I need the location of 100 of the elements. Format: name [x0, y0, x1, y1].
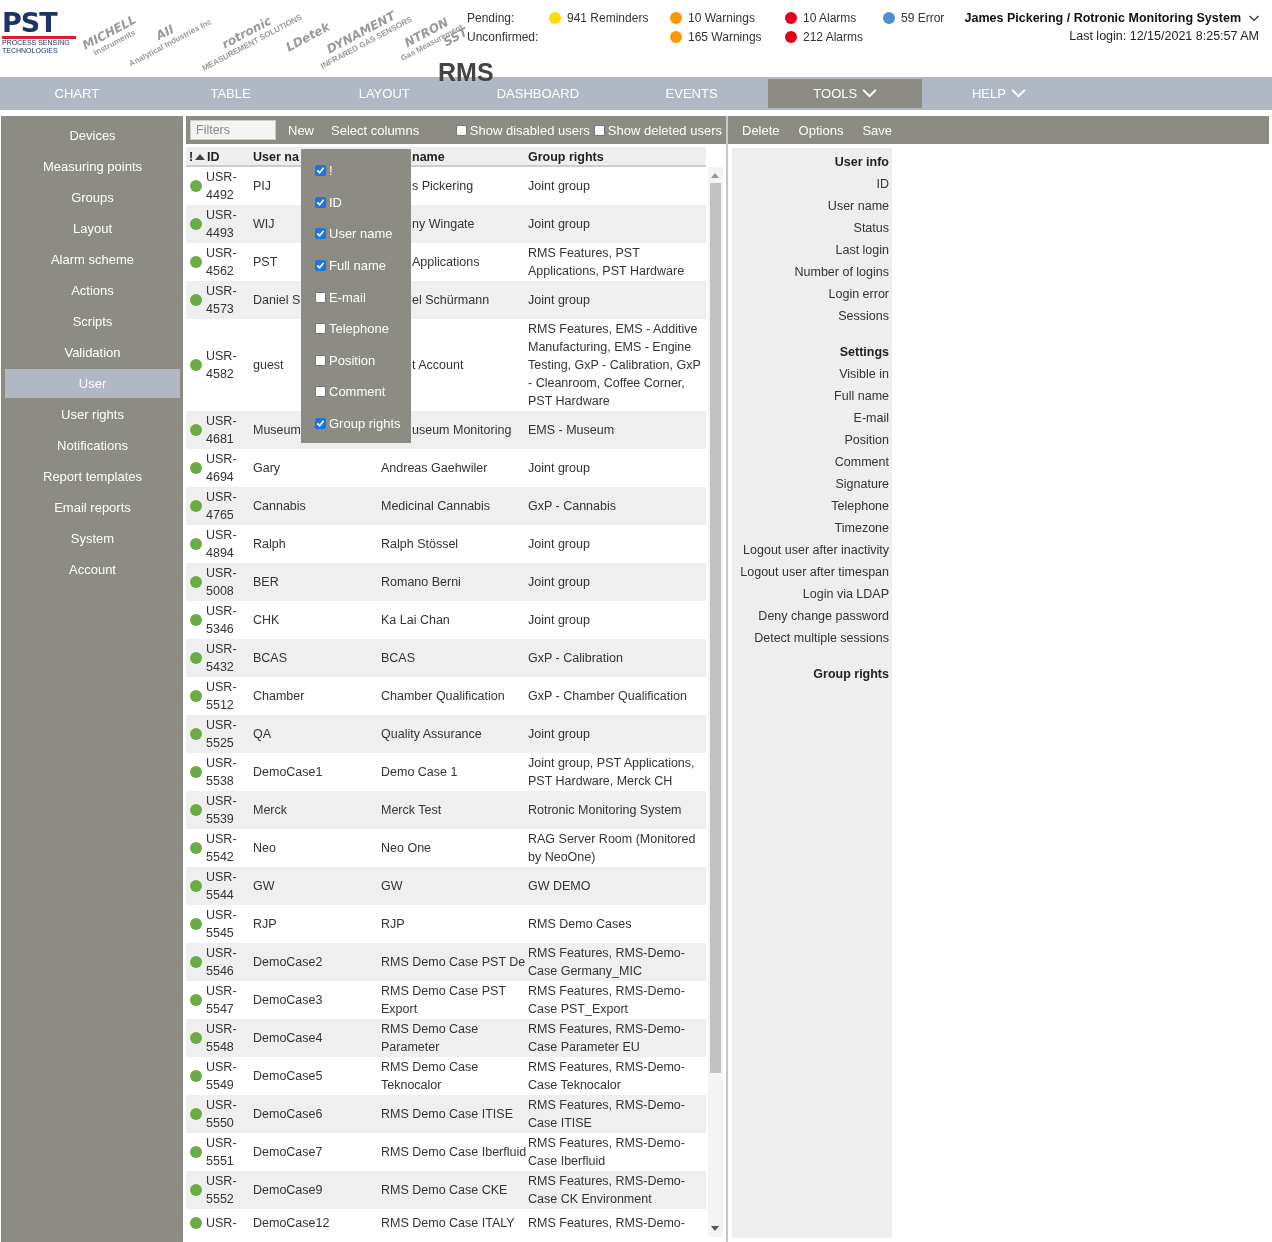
- sidebar-item[interactable]: Alarm scheme: [5, 245, 180, 274]
- sidebar-item[interactable]: Email reports: [5, 493, 180, 522]
- table-cell-text: t Account: [412, 357, 465, 374]
- nav-tab[interactable]: HELP: [922, 77, 1076, 110]
- checkbox-label[interactable]: Show deleted users: [607, 122, 722, 138]
- menu-item-label[interactable]: User name: [329, 226, 393, 242]
- nav-tab[interactable]: TOOLS: [768, 79, 923, 108]
- table-cell-text: RMS Features, EMS - Additive Manufacturing, EMS - Engine Testing, GxP - Calibration, GxP - Cleanroom, Coffee Corner, PST Hardware: [528, 321, 702, 410]
- sidebar-item[interactable]: User: [5, 369, 180, 398]
- column-header[interactable]: Group rights: [528, 147, 706, 167]
- sidebar-item[interactable]: Validation: [5, 338, 180, 367]
- status-count[interactable]: 10 Warnings: [688, 10, 755, 26]
- sidebar-item[interactable]: Groups: [5, 183, 180, 212]
- checkbox[interactable]: [315, 418, 326, 430]
- nav-tab[interactable]: EVENTS: [614, 77, 769, 110]
- checkbox-label[interactable]: Show disabled users: [469, 122, 590, 138]
- checkbox[interactable]: [315, 354, 326, 366]
- table-cell-text: USR-4681: [206, 413, 238, 448]
- table-cell-text: USR-4894: [206, 527, 238, 562]
- table-cell-text: Neo: [253, 840, 277, 857]
- status-dot: [190, 728, 202, 740]
- toolbar-button[interactable]: Select columns: [331, 122, 420, 138]
- table-cell-text: Romano Berni: [381, 574, 462, 591]
- status-dot: [190, 766, 202, 778]
- status-count[interactable]: 941 Reminders: [567, 10, 649, 26]
- checkbox[interactable]: [593, 124, 605, 136]
- toolbar-button[interactable]: Delete: [742, 122, 780, 138]
- status-count[interactable]: 212 Alarms: [803, 29, 864, 45]
- scroll-up-icon[interactable]: [711, 173, 719, 178]
- table-cell-text: GW: [253, 878, 276, 895]
- nav-tab[interactable]: TABLE: [153, 77, 308, 110]
- sidebar-item[interactable]: Report templates: [5, 462, 180, 491]
- table-cell-text: WIJ: [253, 216, 276, 233]
- table-cell-text: RMS Features, RMS-Demo-Case PST_Export: [528, 983, 686, 1018]
- table-cell-text: RMS Features, RMS-Demo-Case Parameter EU: [528, 1021, 686, 1056]
- field-label: Visible in: [839, 366, 889, 383]
- table-cell-text: Joint group: [528, 178, 591, 195]
- checkbox[interactable]: [455, 124, 467, 136]
- table-cell-text: USR-4493: [206, 207, 238, 242]
- menu-item-label[interactable]: Telephone: [329, 321, 389, 337]
- checkbox[interactable]: [315, 386, 326, 398]
- sidebar-item[interactable]: System: [5, 524, 180, 553]
- table-cell-text: QA: [253, 726, 273, 743]
- sidebar-item[interactable]: Layout: [5, 214, 180, 243]
- last-login: Last login: 12/15/2021 8:25:57 AM: [1068, 28, 1259, 45]
- status-count[interactable]: 165 Warnings: [688, 29, 762, 45]
- sidebar-item[interactable]: Notifications: [5, 431, 180, 460]
- checkbox[interactable]: [315, 323, 326, 335]
- table-cell-text: ny Wingate: [412, 216, 476, 233]
- checkbox[interactable]: [315, 228, 326, 240]
- user-name[interactable]: James Pickering / Rotronic Monitoring System: [964, 9, 1241, 27]
- column-header[interactable]: ID: [207, 148, 220, 166]
- toolbar-button[interactable]: New: [288, 122, 314, 138]
- menu-item-label[interactable]: ID: [329, 194, 342, 210]
- column-header[interactable]: User na: [253, 147, 300, 167]
- menu-item-label[interactable]: Full name: [329, 258, 387, 274]
- status-dot: [190, 1032, 202, 1044]
- table-cell-text: GW: [381, 878, 404, 895]
- toolbar-button[interactable]: Save: [862, 122, 893, 138]
- status-dot: [190, 1184, 202, 1196]
- sidebar-item[interactable]: Devices: [5, 121, 180, 150]
- filter-field[interactable]: Filters: [190, 120, 276, 140]
- status-dot: [190, 576, 202, 588]
- nav-tab[interactable]: CHART: [0, 77, 154, 110]
- field-label: Deny change password: [758, 608, 889, 625]
- table-cell-text: USR-4694: [206, 451, 238, 486]
- sort-ascending-icon[interactable]: [195, 154, 205, 160]
- table-cell-text: USR-4562: [206, 245, 238, 280]
- scrollbar[interactable]: [708, 167, 723, 1237]
- table-cell-text: Rotronic Monitoring System: [528, 802, 683, 819]
- menu-item-label[interactable]: Comment: [329, 384, 386, 400]
- section-title: Group rights: [813, 666, 889, 683]
- scroll-down-icon[interactable]: [711, 1226, 719, 1231]
- sidebar-item[interactable]: User rights: [5, 400, 180, 429]
- checkbox[interactable]: [315, 196, 326, 208]
- menu-item-label[interactable]: Position: [329, 352, 376, 368]
- table-cell-text: Quality Assurance: [381, 726, 483, 743]
- checkbox[interactable]: [315, 291, 326, 303]
- checkbox[interactable]: [315, 165, 326, 177]
- menu-item-label[interactable]: !: [329, 163, 333, 179]
- status-count[interactable]: 59 Error: [901, 10, 945, 26]
- toolbar-button[interactable]: Options: [798, 122, 844, 138]
- sidebar-item[interactable]: Measuring points: [5, 152, 180, 181]
- field-label: Number of logins: [794, 264, 889, 281]
- checkbox[interactable]: [315, 260, 326, 272]
- status-count[interactable]: 10 Alarms: [803, 10, 857, 26]
- table-cell-text: USR-5550: [206, 1097, 238, 1132]
- menu-item-label[interactable]: E-mail: [329, 289, 366, 305]
- column-header[interactable]: name: [412, 147, 528, 167]
- menu-item-label[interactable]: Group rights: [329, 416, 401, 432]
- table-cell-text: RMS Demo Case Teknocalor: [381, 1059, 480, 1094]
- table-cell-text: Andreas Gaehwiler: [381, 460, 489, 477]
- column-header[interactable]: !: [186, 147, 206, 167]
- table-cell-text: Applications: [412, 254, 481, 271]
- sidebar-item[interactable]: Account: [5, 555, 180, 584]
- sidebar-item[interactable]: Actions: [5, 276, 180, 305]
- table-cell-text: RMS Demo Case Parameter: [381, 1021, 480, 1056]
- sidebar-item[interactable]: Scripts: [5, 307, 180, 336]
- table-cell-text: Ralph: [253, 536, 287, 553]
- status-dot: [190, 1217, 202, 1229]
